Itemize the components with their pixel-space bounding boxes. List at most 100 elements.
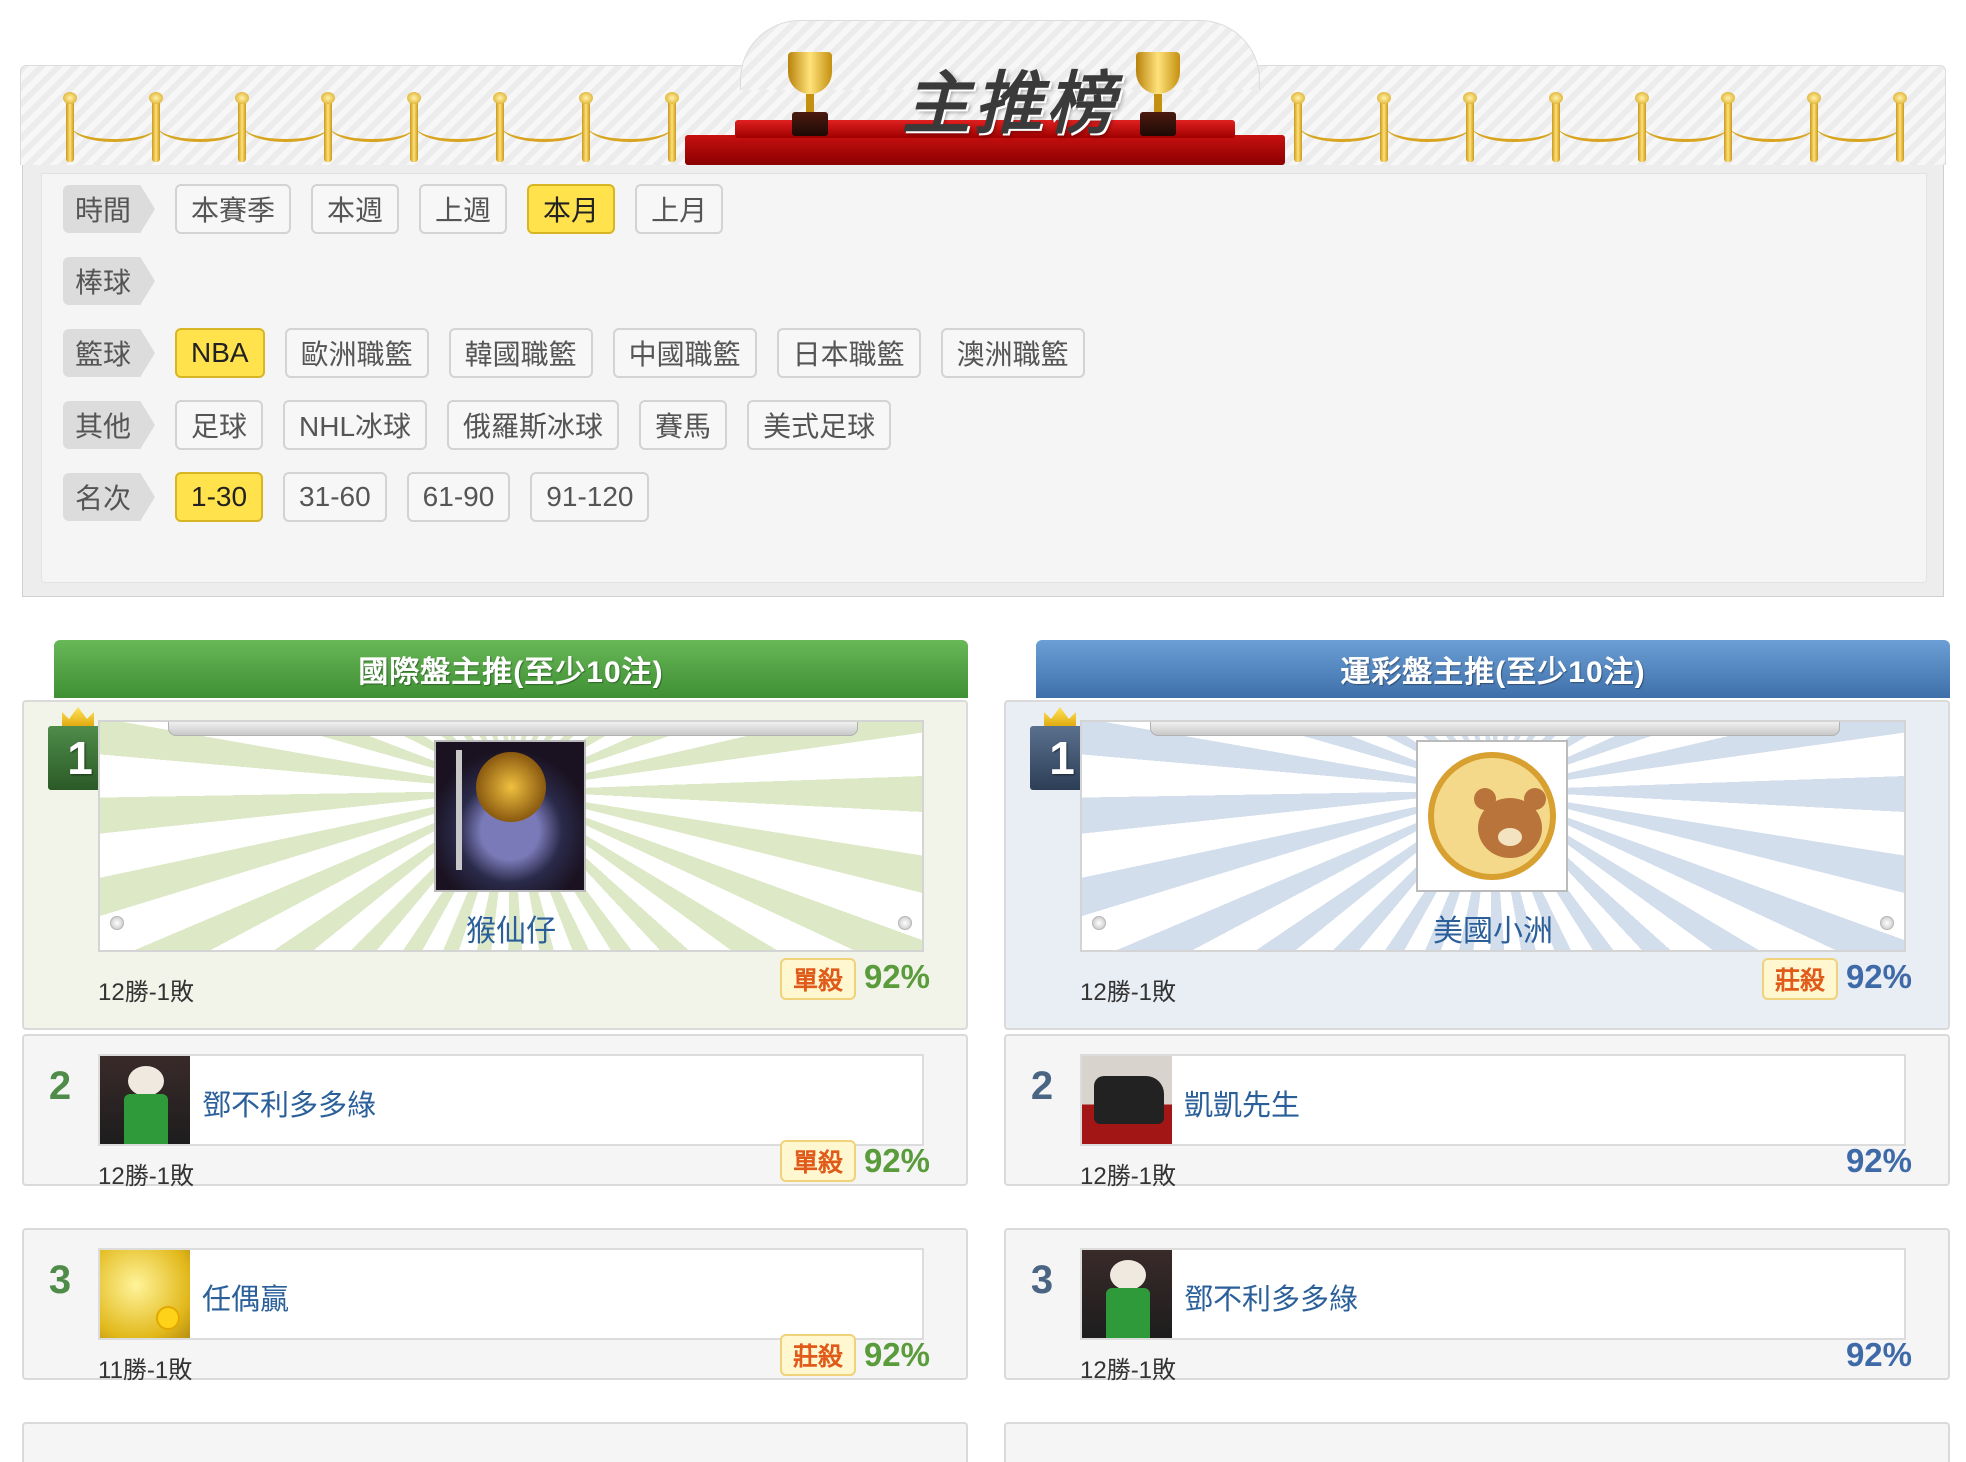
stanchion-icon: [1893, 92, 1907, 162]
crown-icon: [62, 707, 94, 727]
stanchion-icon: [665, 92, 679, 162]
rope-icon: [244, 112, 328, 142]
league-option-nba[interactable]: NBA: [175, 328, 265, 378]
user-avatar[interactable]: [1082, 1056, 1172, 1144]
ranking-row: 3 鄧不利多多綠 12勝-1敗 92%: [1004, 1228, 1950, 1384]
kill-type-badge: 單殺: [780, 1140, 856, 1182]
win-rate: 92%: [863, 1336, 930, 1373]
win-loss-record: 12勝-1敗: [98, 979, 195, 1006]
filter-row-other: 其他 足球 NHL冰球 俄羅斯冰球 賽馬 美式足球: [63, 398, 911, 452]
time-option-this-week[interactable]: 本週: [311, 184, 400, 234]
win-loss-record: 12勝-1敗: [1080, 1357, 1177, 1384]
time-option-season[interactable]: 本賽季: [175, 184, 292, 234]
win-rate: 92%: [863, 958, 930, 995]
filter-label-rank: 名次: [63, 473, 155, 521]
top-ranked-card: 1 猴仙仔 12勝-1敗 單殺 92%: [22, 700, 968, 1030]
sports-lottery-ranking-column: 運彩盤主推(至少10注) 1 美國小洲 12勝-1敗 莊殺 92% 2 凱凱先生…: [1004, 640, 1950, 1462]
crown-icon: [1044, 707, 1076, 727]
sport-option-horse-racing[interactable]: 賽馬: [639, 400, 728, 450]
rope-icon: [588, 112, 672, 142]
sport-option-russian-hockey[interactable]: 俄羅斯冰球: [447, 400, 620, 450]
rank-number: 3: [1030, 1258, 1054, 1302]
rope-icon: [1386, 112, 1470, 142]
rank-number: 2: [1030, 1064, 1054, 1108]
ranking-banner: 主推榜: [20, 20, 1946, 165]
win-loss-record: 12勝-1敗: [98, 1163, 195, 1190]
filter-label-time: 時間: [63, 185, 155, 233]
time-option-last-week[interactable]: 上週: [419, 184, 508, 234]
user-name-link[interactable]: 猴仙仔: [100, 906, 922, 950]
column-header: 國際盤主推(至少10注): [54, 640, 968, 698]
league-option-japan[interactable]: 日本職籃: [776, 328, 921, 378]
user-name-link[interactable]: 鄧不利多多綠: [1184, 1276, 1358, 1318]
user-avatar[interactable]: [1416, 740, 1568, 892]
league-option-australia[interactable]: 澳洲職籃: [940, 328, 1085, 378]
ranking-row: 3 任偶贏 11勝-1敗 莊殺 92%: [22, 1228, 968, 1384]
sport-option-nhl[interactable]: NHL冰球: [283, 400, 428, 450]
win-loss-record: 12勝-1敗: [1080, 1163, 1177, 1190]
rank-option-61-90[interactable]: 61-90: [406, 472, 511, 522]
banner-title: 主推榜: [901, 66, 1118, 142]
column-header: 運彩盤主推(至少10注): [1036, 640, 1950, 698]
display-rail: [1150, 722, 1840, 736]
top-ranked-showcase: 猴仙仔: [98, 720, 924, 952]
trophy-icon: [780, 52, 840, 142]
rank-number: 2: [48, 1064, 72, 1108]
rope-icon: [1730, 112, 1814, 142]
ranking-row: 2 凱凱先生 12勝-1敗 92%: [1004, 1034, 1950, 1190]
rank-option-1-30[interactable]: 1-30: [175, 472, 264, 522]
display-rail: [168, 722, 858, 736]
user-name-link[interactable]: 鄧不利多多綠: [202, 1082, 376, 1124]
sport-option-soccer[interactable]: 足球: [175, 400, 264, 450]
user-avatar[interactable]: [100, 1056, 190, 1144]
user-name-link[interactable]: 美國小洲: [1082, 906, 1904, 950]
rope-icon: [502, 112, 586, 142]
rank-number: 3: [48, 1258, 72, 1302]
league-option-korea[interactable]: 韓國職籃: [448, 328, 593, 378]
rope-icon: [1300, 112, 1384, 142]
ranking-row-partial: [1004, 1422, 1950, 1462]
win-rate: 92%: [1845, 1336, 1912, 1373]
kill-type-badge: 莊殺: [780, 1334, 856, 1376]
rope-icon: [330, 112, 414, 142]
user-name-link[interactable]: 凱凱先生: [1184, 1082, 1300, 1124]
user-avatar[interactable]: [1082, 1250, 1172, 1338]
filter-panel: 時間 本賽季 本週 上週 本月 上月 棒球 籃球 NBA 歐洲職籃 韓國職籃 中…: [22, 165, 1944, 597]
rope-icon: [72, 112, 156, 142]
filter-row-rank: 名次 1-30 31-60 61-90 91-120: [63, 470, 669, 524]
rope-icon: [1816, 112, 1900, 142]
top-ranked-card: 1 美國小洲 12勝-1敗 莊殺 92%: [1004, 700, 1950, 1030]
ranking-row: 2 鄧不利多多綠 12勝-1敗 單殺 92%: [22, 1034, 968, 1190]
user-box: 任偶贏: [98, 1248, 924, 1340]
filter-row-time: 時間 本賽季 本週 上週 本月 上月: [63, 182, 743, 236]
league-option-china[interactable]: 中國職籃: [612, 328, 757, 378]
win-rate: 92%: [863, 1142, 930, 1179]
filter-row-basketball: 籃球 NBA 歐洲職籃 韓國職籃 中國職籃 日本職籃 澳洲職籃: [63, 326, 1105, 380]
user-avatar[interactable]: [434, 740, 586, 892]
user-avatar[interactable]: [100, 1250, 190, 1338]
user-box: 鄧不利多多綠: [98, 1054, 924, 1146]
league-option-euro[interactable]: 歐洲職籃: [284, 328, 429, 378]
filter-label-other: 其他: [63, 401, 155, 449]
win-rate: 92%: [1845, 958, 1912, 995]
filter-label-basketball: 籃球: [63, 329, 155, 377]
user-name-link[interactable]: 任偶贏: [202, 1276, 289, 1318]
kill-type-badge: 單殺: [780, 958, 856, 1000]
rank-option-31-60[interactable]: 31-60: [283, 472, 387, 522]
time-option-this-month[interactable]: 本月: [527, 184, 616, 234]
rope-icon: [416, 112, 500, 142]
rope-icon: [1472, 112, 1556, 142]
rope-icon: [1644, 112, 1728, 142]
top-ranked-showcase: 美國小洲: [1080, 720, 1906, 952]
win-loss-record: 11勝-1敗: [98, 1357, 193, 1384]
rope-icon: [158, 112, 242, 142]
kill-type-badge: 莊殺: [1762, 958, 1838, 1000]
user-box: 凱凱先生: [1080, 1054, 1906, 1146]
rank-option-91-120[interactable]: 91-120: [530, 472, 650, 522]
sport-option-american-football[interactable]: 美式足球: [747, 400, 892, 450]
filter-label-baseball[interactable]: 棒球: [63, 257, 155, 305]
time-option-last-month[interactable]: 上月: [635, 184, 724, 234]
win-loss-record: 12勝-1敗: [1080, 979, 1177, 1006]
bear-logo-icon: [1428, 752, 1556, 880]
filter-row-baseball: 棒球: [63, 254, 175, 308]
